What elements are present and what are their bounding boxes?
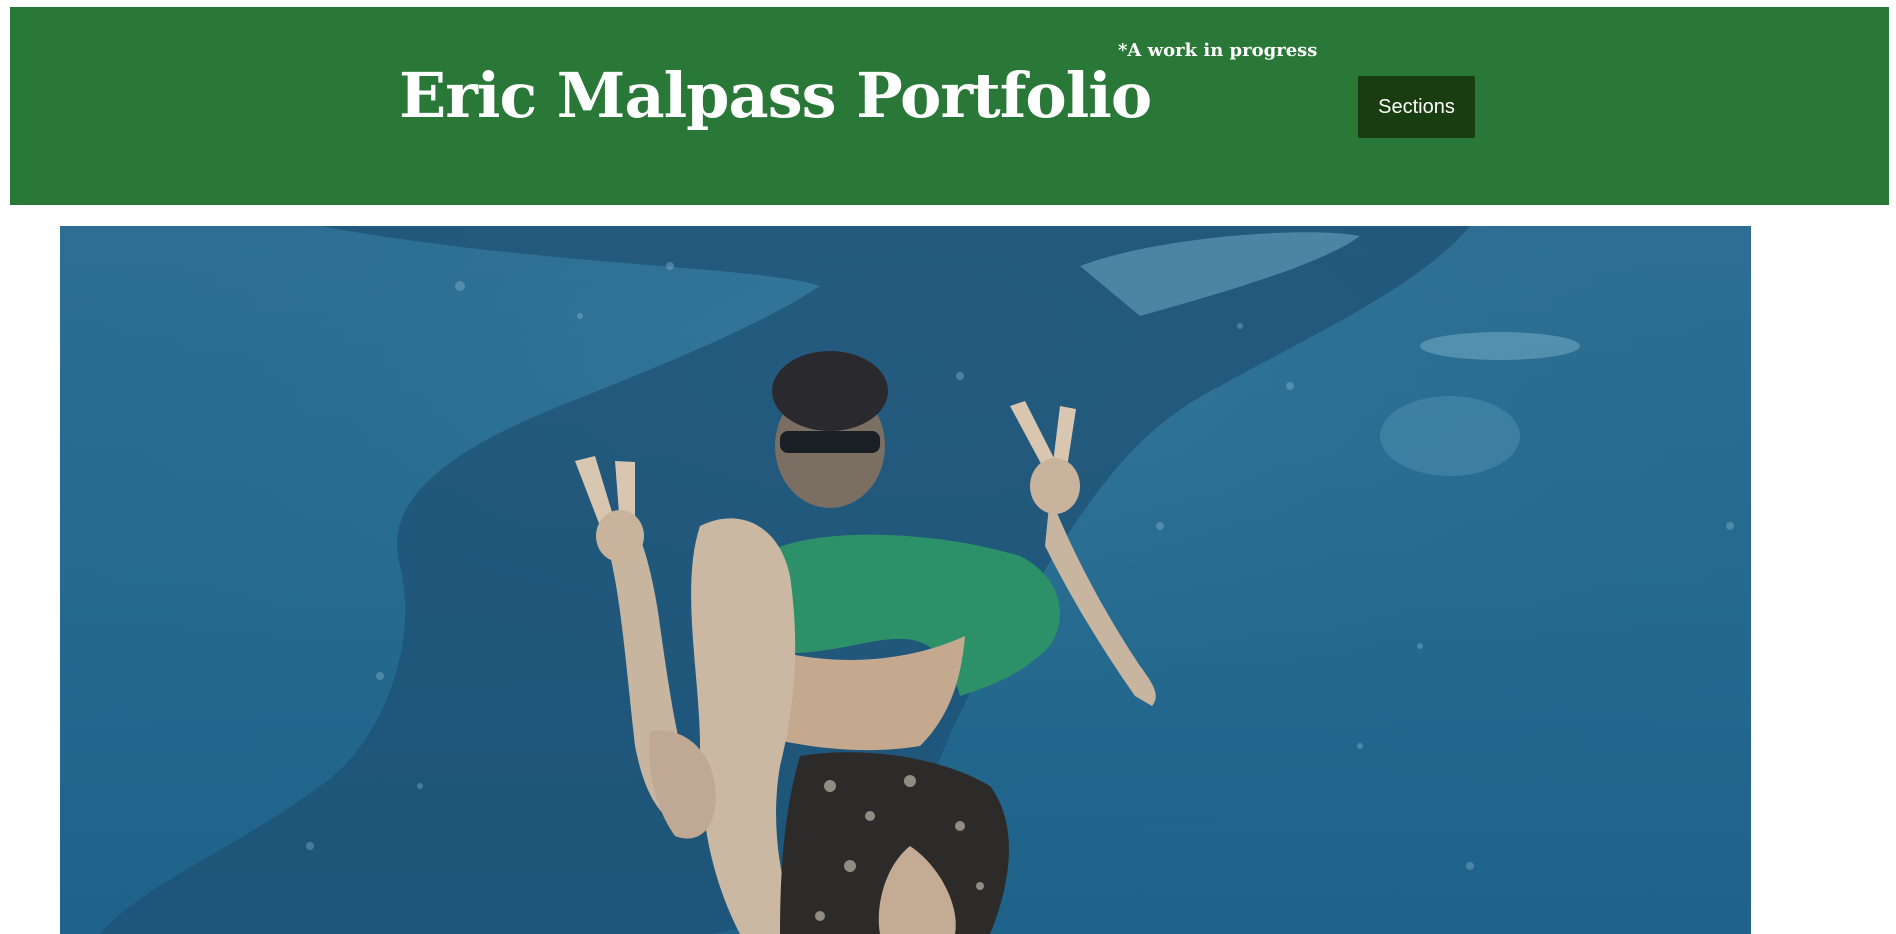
hero-image: [60, 226, 1751, 934]
site-header: Eric Malpass Portfolio *A work in progre…: [10, 7, 1889, 205]
work-in-progress-note: *A work in progress: [1118, 40, 1318, 61]
underwater-photo: [60, 226, 1751, 934]
sections-button[interactable]: Sections: [1358, 76, 1475, 138]
page-title: Eric Malpass Portfolio: [399, 59, 1152, 132]
